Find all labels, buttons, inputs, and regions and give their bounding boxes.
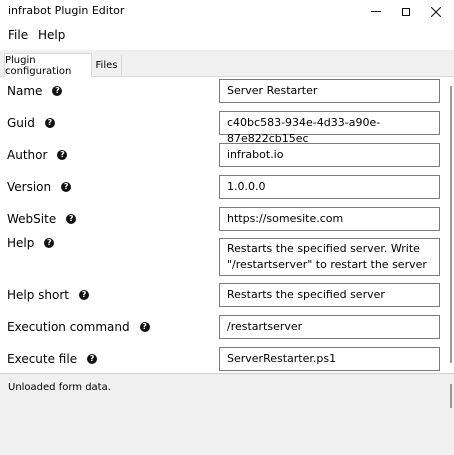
website-field[interactable]: https://somesite.com [219, 207, 440, 231]
help-icon[interactable]: ? [52, 86, 63, 96]
name-field[interactable]: Server Restarter [219, 79, 440, 103]
execution-command-label: Execution command [7, 320, 130, 334]
help-label: Help [7, 236, 35, 250]
execute-file-label-row: Execute file ? [7, 352, 98, 366]
version-label-row: Version ? [7, 180, 72, 194]
maximize-button[interactable] [391, 0, 421, 23]
help-icon[interactable]: ? [87, 354, 98, 364]
execution-command-label-row: Execution command ? [7, 320, 150, 334]
version-field[interactable]: 1.0.0.0 [219, 175, 440, 199]
minimize-button[interactable] [361, 0, 391, 23]
menu-file[interactable]: File [8, 28, 28, 42]
help-icon[interactable]: ? [61, 182, 72, 192]
close-icon [431, 6, 441, 17]
maximize-icon [402, 7, 410, 16]
guid-label: Guid [7, 116, 35, 130]
minimize-icon [371, 11, 381, 12]
author-field[interactable]: infrabot.io [219, 143, 440, 167]
name-label: Name [7, 84, 43, 98]
help-icon[interactable]: ? [139, 322, 150, 332]
guid-field[interactable]: c40bc583-934e-4d33-a90e-87e822cb15ec [219, 111, 440, 145]
name-label-row: Name ? [7, 84, 63, 98]
window-title: infrabot Plugin Editor [8, 4, 125, 17]
help-label-row: Help ? [7, 236, 55, 250]
help-short-field[interactable]: Restarts the specified server [219, 283, 440, 307]
plugin-configuration-panel: Name ? Server Restarter Guid ? c40bc583-… [0, 77, 454, 373]
execute-file-label: Execute file [7, 352, 78, 366]
website-label-row: WebSite ? [7, 212, 77, 226]
help-icon[interactable]: ? [66, 214, 77, 224]
help-icon[interactable]: ? [44, 238, 55, 248]
help-short-label-row: Help short ? [7, 288, 90, 302]
help-icon[interactable]: ? [57, 150, 68, 160]
help-icon[interactable]: ? [79, 290, 90, 300]
help-icon[interactable]: ? [44, 118, 55, 128]
version-label: Version [7, 180, 52, 194]
guid-label-row: Guid ? [7, 116, 55, 130]
author-label: Author [7, 148, 48, 162]
title-bar: infrabot Plugin Editor [0, 0, 454, 23]
website-label: WebSite [7, 212, 57, 226]
status-text: Unloaded form data. [8, 382, 111, 393]
menu-help[interactable]: Help [38, 28, 65, 42]
help-short-label: Help short [7, 288, 70, 302]
help-textarea[interactable]: Restarts the specified server. Write "/r… [219, 238, 440, 276]
menu-bar: File Help [0, 23, 454, 47]
tab-files[interactable]: Files [92, 55, 122, 76]
author-label-row: Author ? [7, 148, 68, 162]
tab-plugin-configuration[interactable]: Plugin configuration [4, 53, 92, 77]
status-scrollbar-thumb[interactable] [450, 384, 452, 408]
close-button[interactable] [421, 0, 451, 23]
status-panel: Unloaded form data. [0, 373, 454, 455]
form-scrollbar-thumb[interactable] [450, 86, 452, 363]
execution-command-field[interactable]: /restartserver [219, 315, 440, 339]
execute-file-field[interactable]: ServerRestarter.ps1 [219, 347, 440, 371]
